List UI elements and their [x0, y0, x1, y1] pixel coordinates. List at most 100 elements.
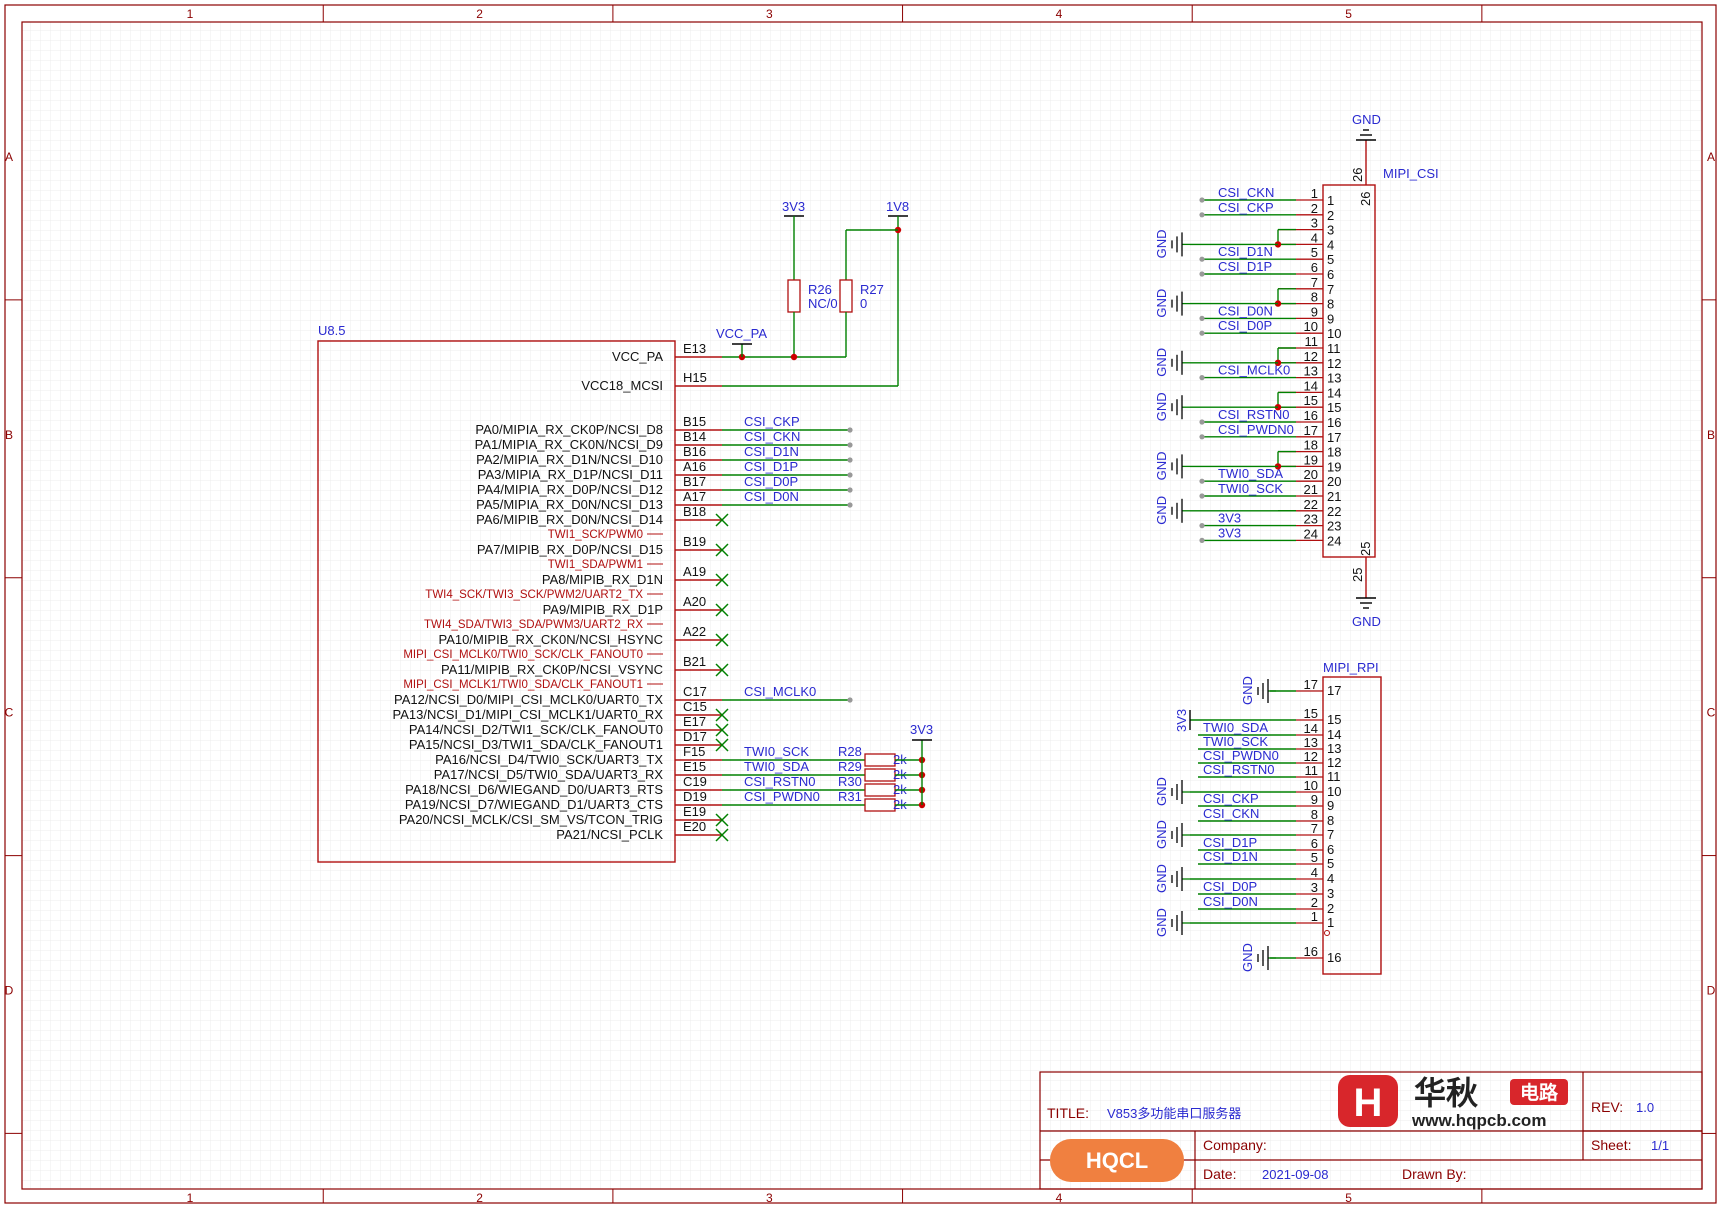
frame-row-label: A: [1707, 150, 1715, 164]
u8-pin-number: E20: [683, 819, 706, 834]
rpi-pin-number: 11: [1305, 763, 1319, 778]
frame-col-label: 3: [766, 1191, 773, 1205]
frame-col-label: 3: [766, 7, 773, 21]
net-terminal: [1199, 434, 1205, 440]
net-label: CSI_CKP: [744, 414, 800, 429]
drawn-by-label: Drawn By:: [1402, 1166, 1467, 1182]
frame-col-label: 2: [476, 7, 483, 21]
u8-pin-alt-function: TWI1_SCK/PWM0: [548, 529, 643, 541]
csi-pin-number: 18: [1327, 445, 1341, 460]
csi-pin-number: 18: [1304, 438, 1318, 453]
svg-text:www.hqpcb.com: www.hqpcb.com: [1411, 1111, 1546, 1130]
frame-col-label: 4: [1056, 7, 1063, 21]
net-terminal: [1199, 523, 1205, 529]
gnd-label: GND: [1154, 820, 1169, 849]
csi-pin-number: 1: [1327, 193, 1334, 208]
svg-text:HQCL: HQCL: [1086, 1148, 1148, 1173]
title-value: V853多功能串口服务器: [1107, 1106, 1241, 1121]
rev-label: REV:: [1591, 1099, 1623, 1115]
u8-pin-name: PA4/MIPIA_RX_D0P/NCSI_D12: [477, 482, 663, 497]
net-terminal: [847, 442, 853, 448]
csi-pin-number: 12: [1327, 356, 1341, 371]
gnd-label: GND: [1154, 289, 1169, 318]
rpi-pin-number: 10: [1304, 778, 1318, 793]
u8-pin-name: PA15/NCSI_D3/TWI1_SDA/CLK_FANOUT1: [409, 737, 663, 752]
u8-pin-name: PA13/NCSI_D1/MIPI_CSI_MCLK1/UART0_RX: [393, 707, 664, 722]
mipi-rpi-ref: MIPI_RPI: [1323, 660, 1379, 675]
rpi-pin-number: 13: [1327, 741, 1341, 756]
net-label: CSI_D0P: [744, 474, 798, 489]
power-label: 1V8: [886, 199, 909, 214]
csi-pin-number: 23: [1327, 519, 1341, 534]
sheet-value: 1/1: [1651, 1138, 1669, 1153]
u8-ref: U8.5: [318, 323, 345, 338]
junction-dot: [790, 353, 798, 361]
u8-pin-number: A16: [683, 459, 706, 474]
u8-pin-number: H15: [683, 370, 707, 385]
frame-col-label: 2: [476, 1191, 483, 1205]
csi-pin-number: 13: [1304, 364, 1318, 379]
frame-col-label: 1: [187, 1191, 194, 1205]
net-label: CSI_D1N: [744, 444, 799, 459]
csi-pin-number: 5: [1311, 245, 1318, 260]
rpi-pin-number: 2: [1311, 895, 1318, 910]
pullup-resistor: [864, 768, 896, 782]
rpi-pin-number: 5: [1327, 856, 1334, 871]
frame-row-label: D: [5, 984, 14, 998]
u8-pin-alt-function: TWI4_SDA/TWI3_SDA/PWM3/UART2_RX: [424, 619, 643, 631]
net-label: CSI_D0N: [1203, 894, 1258, 909]
gnd-label: GND: [1240, 676, 1255, 705]
csi-pin-number: 16: [1327, 415, 1341, 430]
u8-pin-number: D17: [683, 729, 707, 744]
frame-col-label: 4: [1056, 1191, 1063, 1205]
frame-col-label: 5: [1345, 1191, 1352, 1205]
csi-pin-number: 3: [1327, 223, 1334, 238]
gnd-label: GND: [1154, 908, 1169, 937]
u8-pin-name: PA17/NCSI_D5/TWI0_SDA/UART3_RX: [434, 767, 664, 782]
u8-pin-alt-function: MIPI_CSI_MCLK1/TWI0_SDA/CLK_FANOUT1: [403, 679, 643, 691]
csi-pin-number: 15: [1304, 393, 1318, 408]
rpi-pin-number: 4: [1311, 865, 1318, 880]
net-terminal: [847, 472, 853, 478]
rpi-pin-number: 16: [1327, 950, 1341, 965]
net-label: TWI0_SDA: [1203, 720, 1268, 735]
net-terminal: [847, 697, 853, 703]
csi-pin-number: 15: [1327, 400, 1341, 415]
u8-pin-number: C15: [683, 699, 707, 714]
rpi-pin-number: 6: [1311, 836, 1318, 851]
net-terminal: [1199, 375, 1205, 381]
svg-text:华秋: 华秋: [1414, 1075, 1478, 1111]
gnd-label: GND: [1154, 392, 1169, 421]
net-label: CSI_D0N: [744, 489, 799, 504]
u8-pin-name: PA9/MIPIB_RX_D1P: [543, 602, 663, 617]
u8-pin-number: B21: [683, 654, 706, 669]
net-label: CSI_D1N: [1203, 849, 1258, 864]
net-terminal: [1199, 256, 1205, 262]
csi-pin-number: 7: [1327, 282, 1334, 297]
power-label: 3V3: [910, 722, 933, 737]
csi-pin-number: 23: [1304, 512, 1318, 527]
resistor-ref: R29: [838, 759, 862, 774]
pullup-resistor: [864, 783, 896, 797]
resistor-ref: R30: [838, 774, 862, 789]
u8-pin-name: PA20/NCSI_MCLK/CSI_SM_VS/TCON_TRIG: [399, 812, 663, 827]
net-terminal: [847, 427, 853, 433]
gnd-label: GND: [1154, 777, 1169, 806]
net-terminal: [847, 487, 853, 493]
r27-resistor: [839, 279, 853, 313]
csi-pin-number: 6: [1311, 260, 1318, 275]
csi-pin-number: 19: [1327, 459, 1341, 474]
net-label: TWI0_SCK: [744, 744, 809, 759]
mipi-csi-ref: MIPI_CSI: [1383, 166, 1439, 181]
net-terminal: [847, 457, 853, 463]
csi-pin-number: 10: [1304, 319, 1318, 334]
r26-resistor: [787, 279, 801, 313]
rev-value: 1.0: [1636, 1100, 1654, 1115]
u8-pin-name: PA11/MIPIB_RX_CK0P/NCSI_VSYNC: [441, 662, 663, 677]
csi-pin-number: 20: [1327, 474, 1341, 489]
u8-pin-name: VCC18_MCSI: [581, 378, 663, 393]
rpi-pin-number: 3: [1311, 880, 1318, 895]
net-label: CSI_D1P: [1203, 835, 1257, 850]
net-terminal: [1199, 271, 1205, 277]
rpi-pin-number: 5: [1311, 850, 1318, 865]
